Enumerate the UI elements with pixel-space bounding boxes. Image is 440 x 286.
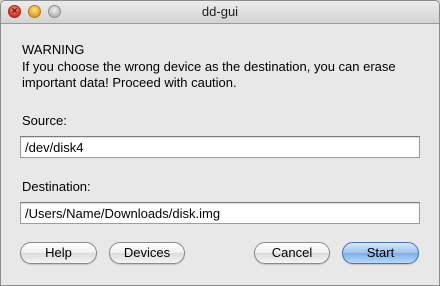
help-button[interactable]: Help [20,242,97,264]
warning-text: If you choose the wrong device as the de… [22,59,396,90]
source-input[interactable] [20,136,420,158]
dd-gui-window: × dd-gui WARNING If you choose the wrong… [0,0,440,286]
source-label: Source: [22,113,67,128]
devices-button[interactable]: Devices [109,242,185,264]
window-title: dd-gui [201,4,239,19]
destination-input[interactable] [20,202,420,224]
warning-heading: WARNING [22,42,85,57]
cancel-button[interactable]: Cancel [254,242,330,264]
start-button[interactable]: Start [342,242,419,264]
destination-label: Destination: [22,179,91,194]
title-bar[interactable]: × dd-gui [1,1,439,24]
